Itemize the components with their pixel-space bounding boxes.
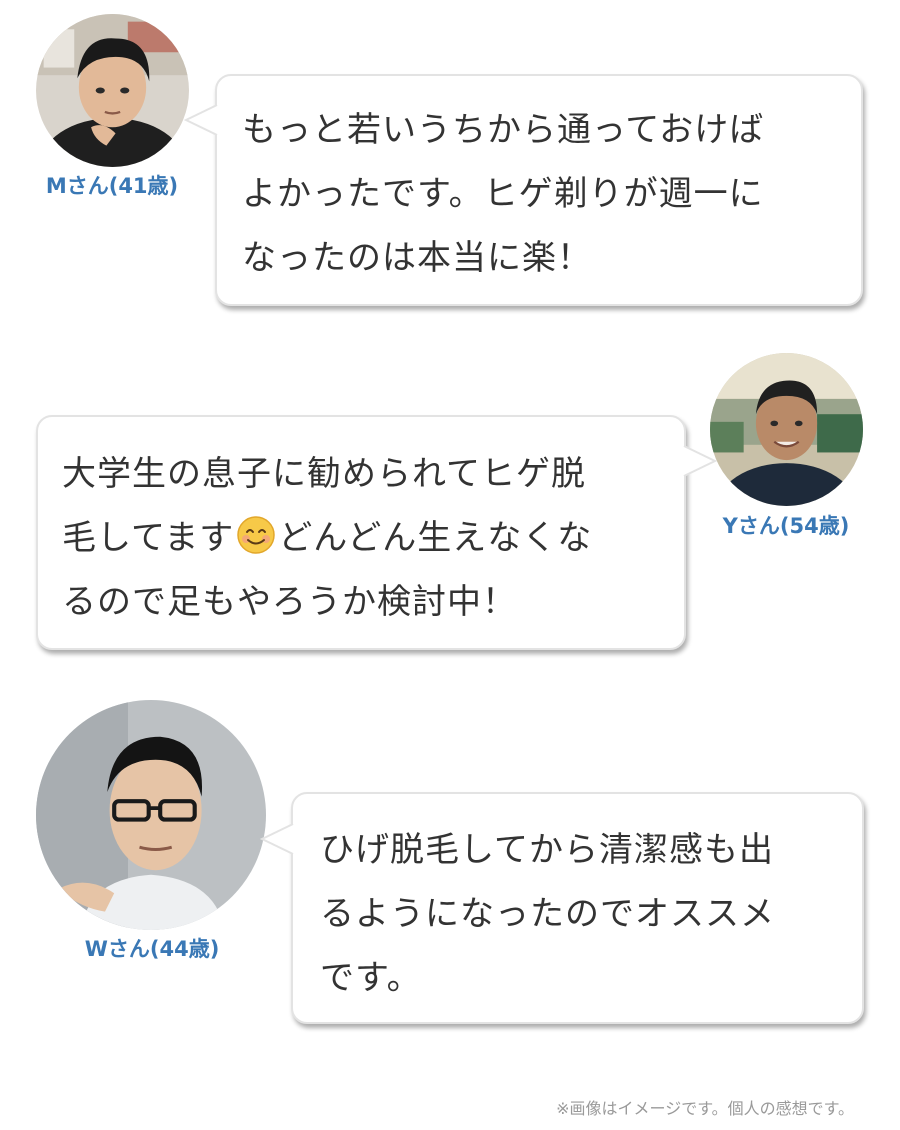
testimonial-y-line-2: 毛してます どんどん生えなくな — [62, 506, 592, 570]
testimonial-m-text: もっと若いうちから通っておけば よかったです。ヒゲ剃りが週一に なったのは本当に… — [242, 98, 764, 290]
testimonial-w-line-1: ひげ脱毛してから清潔感も出 — [320, 830, 774, 870]
disclaimer-note: ※画像はイメージです。個人の感想です。 — [556, 1099, 854, 1118]
bubble-tail-left — [260, 822, 294, 856]
testimonial-w-line-3: です。 — [320, 958, 422, 998]
testimonial-m-name: Mさん(41歳) — [45, 174, 179, 198]
avatar-m-photo — [36, 14, 189, 167]
avatar-w-photo — [36, 700, 266, 930]
testimonial-y-line-2b: どんどん生えなくな — [278, 518, 593, 558]
testimonial-w-text: ひげ脱毛してから清潔感も出 るようになったのでオススメ です。 — [320, 818, 775, 1010]
avatar-w — [36, 700, 266, 930]
avatar-y-photo — [710, 353, 863, 506]
testimonial-w-name: Wさん(44歳) — [84, 937, 220, 961]
testimonial-y-name: Yさん(54歳) — [722, 514, 850, 538]
testimonial-y-line-2a: 毛してます — [62, 518, 235, 558]
testimonial-m-line-3: なったのは本当に楽！ — [242, 238, 592, 278]
testimonial-y-line-1: 大学生の息子に勧められてヒゲ脱 — [62, 454, 586, 494]
avatar-y — [710, 353, 863, 506]
testimonial-w-line-2: るようになったのでオススメ — [320, 894, 775, 934]
avatar-m — [36, 14, 189, 167]
smiling-face-emoji-icon — [236, 512, 276, 554]
testimonial-m-line-2: よかったです。ヒゲ剃りが週一に — [242, 174, 764, 214]
testimonial-m-line-1: もっと若いうちから通っておけば — [242, 110, 765, 150]
testimonial-y-line-3: るので足もやろうか検討中！ — [62, 582, 517, 622]
testimonial-y-text: 大学生の息子に勧められてヒゲ脱 毛してます どんどん生えなくな るので足もやろうか… — [62, 442, 592, 634]
bubble-tail-left — [184, 103, 218, 137]
